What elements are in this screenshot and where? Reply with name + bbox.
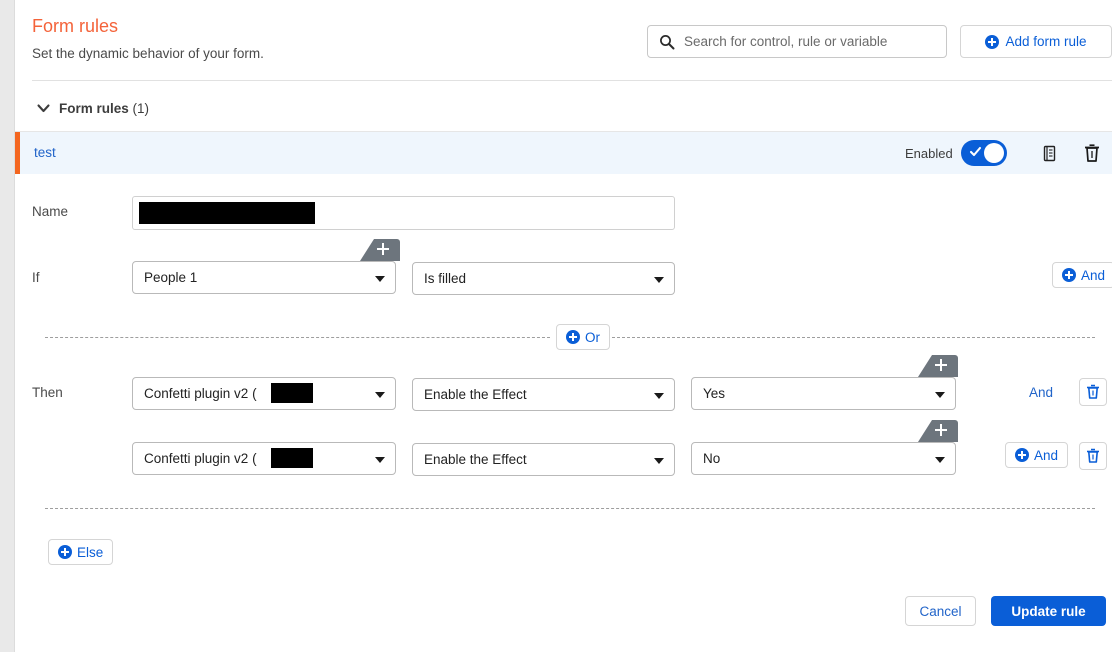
name-input[interactable] <box>132 196 675 230</box>
app-root: Form rules Set the dynamic behavior of y… <box>0 0 1112 652</box>
rule-name-link[interactable]: test <box>34 145 56 160</box>
if-and-button[interactable]: And <box>1052 262 1112 288</box>
add-action-tab-1[interactable] <box>918 355 958 377</box>
chevron-down-icon <box>654 393 664 399</box>
if-operator-select[interactable]: Is filled <box>412 262 675 295</box>
section-title-text: Form rules <box>59 101 129 116</box>
enabled-label: Enabled <box>905 146 953 161</box>
panel-header: Form rules Set the dynamic behavior of y… <box>15 0 1112 88</box>
section-count: (1) <box>132 101 150 116</box>
form-rules-section-label: Form rules (1) <box>59 101 149 116</box>
if-operator-value: Is filled <box>424 271 467 286</box>
header-divider <box>32 80 1112 81</box>
then-delete-button-2[interactable] <box>1079 442 1107 470</box>
else-label: Else <box>77 544 104 560</box>
search-icon <box>659 34 675 50</box>
add-form-rule-label: Add form rule <box>1005 34 1087 49</box>
then-value-2: No <box>703 451 721 466</box>
rule-accent-bar <box>15 132 20 174</box>
copy-icon[interactable] <box>1037 142 1061 166</box>
name-label: Name <box>32 204 69 219</box>
toggle-knob <box>984 143 1004 163</box>
or-label: Or <box>585 329 600 345</box>
trash-icon <box>1080 448 1106 473</box>
then-value-select-2[interactable]: No <box>691 442 956 475</box>
then-and-button-2[interactable]: And <box>1005 442 1069 468</box>
if-label: If <box>32 270 40 285</box>
redacted-control-2 <box>271 448 313 468</box>
then-action-value-2: Enable the Effect <box>424 452 527 467</box>
redacted-name-value <box>139 202 315 224</box>
chevron-down-icon[interactable] <box>37 102 50 115</box>
plus-circle-icon <box>1015 448 1029 462</box>
then-control-select-1[interactable]: Confetti plugin v2 ( <box>132 377 396 410</box>
add-form-rule-button[interactable]: Add form rule <box>960 25 1112 58</box>
chevron-down-icon <box>654 458 664 464</box>
search-input[interactable] <box>682 26 942 57</box>
else-button[interactable]: Else <box>48 539 114 565</box>
add-action-tab-2[interactable] <box>918 420 958 442</box>
plus-circle-icon <box>985 34 1000 49</box>
page-title: Form rules <box>32 16 119 36</box>
update-rule-button[interactable]: Update rule <box>991 596 1106 626</box>
search-box[interactable] <box>647 25 947 58</box>
add-condition-tab[interactable] <box>360 239 400 261</box>
then-and-label-2: And <box>1034 447 1059 463</box>
then-control-select-2[interactable]: Confetti plugin v2 ( <box>132 442 396 475</box>
redacted-control-1 <box>271 383 313 403</box>
cancel-button[interactable]: Cancel <box>905 596 976 626</box>
plus-circle-icon <box>1062 268 1076 282</box>
if-and-label: And <box>1081 267 1106 283</box>
rule-enabled-toggle[interactable] <box>961 140 1007 166</box>
then-value-select-1[interactable]: Yes <box>691 377 956 410</box>
chevron-down-icon <box>935 457 945 463</box>
plus-circle-icon <box>58 545 72 559</box>
chevron-down-icon <box>375 392 385 398</box>
or-button[interactable]: Or <box>556 324 610 350</box>
form-rules-panel: Form rules Set the dynamic behavior of y… <box>14 0 1112 652</box>
form-rules-section-header[interactable]: Form rules (1) <box>15 88 1112 132</box>
or-divider-left <box>45 337 550 338</box>
trash-icon <box>1080 384 1106 409</box>
then-control-value-2: Confetti plugin v2 ( <box>144 451 257 466</box>
plus-circle-icon <box>566 330 580 344</box>
check-icon <box>969 145 982 158</box>
if-control-value: People 1 <box>144 270 198 285</box>
if-control-select[interactable]: People 1 <box>132 261 396 294</box>
else-divider <box>45 508 1095 509</box>
chevron-down-icon <box>375 276 385 282</box>
then-action-value-1: Enable the Effect <box>424 387 527 402</box>
then-label: Then <box>32 385 63 400</box>
rule-header-row[interactable]: test Enabled <box>15 132 1112 174</box>
then-delete-button-1[interactable] <box>1079 378 1107 406</box>
then-and-link-1[interactable]: And <box>1029 385 1053 400</box>
trash-icon[interactable] <box>1080 141 1104 167</box>
then-action-select-2[interactable]: Enable the Effect <box>412 443 675 476</box>
chevron-down-icon <box>375 457 385 463</box>
then-action-select-1[interactable]: Enable the Effect <box>412 378 675 411</box>
page-subtitle: Set the dynamic behavior of your form. <box>32 46 264 61</box>
then-value-1: Yes <box>703 386 726 401</box>
or-divider-right <box>607 337 1095 338</box>
then-control-value-1: Confetti plugin v2 ( <box>144 386 257 401</box>
chevron-down-icon <box>654 277 664 283</box>
chevron-down-icon <box>935 392 945 398</box>
